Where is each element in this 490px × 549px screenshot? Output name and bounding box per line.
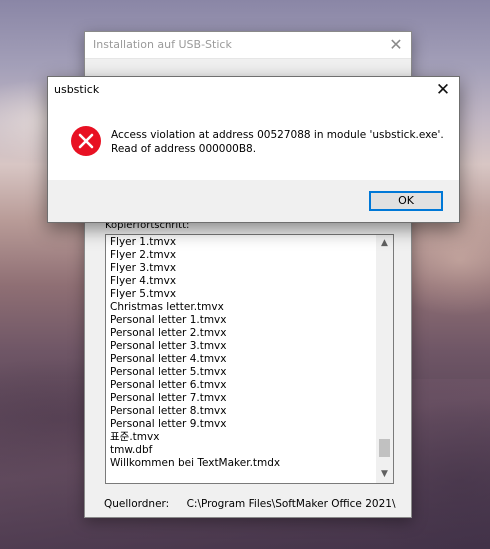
list-item[interactable]: Flyer 3.tmvx bbox=[110, 262, 376, 275]
dialog-titlebar: usbstick ✕ bbox=[48, 77, 459, 103]
list-item[interactable]: Personal letter 9.tmvx bbox=[110, 418, 376, 431]
list-item[interactable]: Flyer 2.tmvx bbox=[110, 249, 376, 262]
installer-title: Installation auf USB-Stick bbox=[93, 38, 232, 51]
scroll-thumb[interactable] bbox=[379, 439, 390, 457]
file-list: Flyer 1.tmvx Flyer 2.tmvx Flyer 3.tmvx Flye… bbox=[106, 235, 376, 483]
close-icon[interactable]: ✕ bbox=[387, 36, 405, 54]
list-item[interactable]: Personal letter 6.tmvx bbox=[110, 379, 376, 392]
list-item[interactable]: Personal letter 1.tmvx bbox=[110, 314, 376, 327]
list-item[interactable]: Personal letter 3.tmvx bbox=[110, 340, 376, 353]
error-message: Access violation at address 00527088 in … bbox=[111, 128, 444, 156]
error-icon bbox=[71, 126, 101, 156]
source-folder-label: Quellordner: bbox=[104, 498, 170, 510]
file-listbox[interactable]: Flyer 1.tmvx Flyer 2.tmvx Flyer 3.tmvx Flye… bbox=[105, 234, 394, 484]
list-item[interactable]: tmw.dbf bbox=[110, 444, 376, 457]
list-item[interactable]: Personal letter 5.tmvx bbox=[110, 366, 376, 379]
error-message-line2: Read of address 000000B8. bbox=[111, 143, 257, 155]
dialog-footer: OK bbox=[48, 180, 459, 222]
vertical-scrollbar[interactable]: ▲ ▼ bbox=[376, 235, 393, 483]
list-item[interactable]: Personal letter 4.tmvx bbox=[110, 353, 376, 366]
installer-titlebar: Installation auf USB-Stick ✕ bbox=[85, 32, 411, 59]
error-message-line1: Access violation at address 00527088 in … bbox=[111, 129, 444, 141]
list-item[interactable]: Flyer 5.tmvx bbox=[110, 288, 376, 301]
list-item[interactable]: Personal letter 2.tmvx bbox=[110, 327, 376, 340]
list-item[interactable]: Willkommen bei TextMaker.tmdx bbox=[110, 457, 376, 470]
list-item[interactable]: Christmas letter.tmvx bbox=[110, 301, 376, 314]
dialog-title: usbstick bbox=[54, 83, 100, 96]
list-item[interactable]: Flyer 1.tmvx bbox=[110, 236, 376, 249]
error-dialog: usbstick ✕ Access violation at address 0… bbox=[47, 76, 460, 223]
close-icon[interactable]: ✕ bbox=[433, 80, 453, 100]
source-folder-row: Quellordner: C:\Program Files\SoftMaker … bbox=[104, 498, 395, 510]
list-item[interactable]: 표준.tmvx bbox=[110, 431, 376, 444]
list-item[interactable]: Flyer 4.tmvx bbox=[110, 275, 376, 288]
ok-button[interactable]: OK bbox=[369, 191, 443, 211]
source-folder-value: C:\Program Files\SoftMaker Office 2021\ bbox=[186, 498, 396, 510]
list-item[interactable]: Personal letter 8.tmvx bbox=[110, 405, 376, 418]
scroll-down-arrow-icon[interactable]: ▼ bbox=[376, 466, 393, 483]
list-item[interactable]: Personal letter 7.tmvx bbox=[110, 392, 376, 405]
scroll-up-arrow-icon[interactable]: ▲ bbox=[376, 235, 393, 252]
